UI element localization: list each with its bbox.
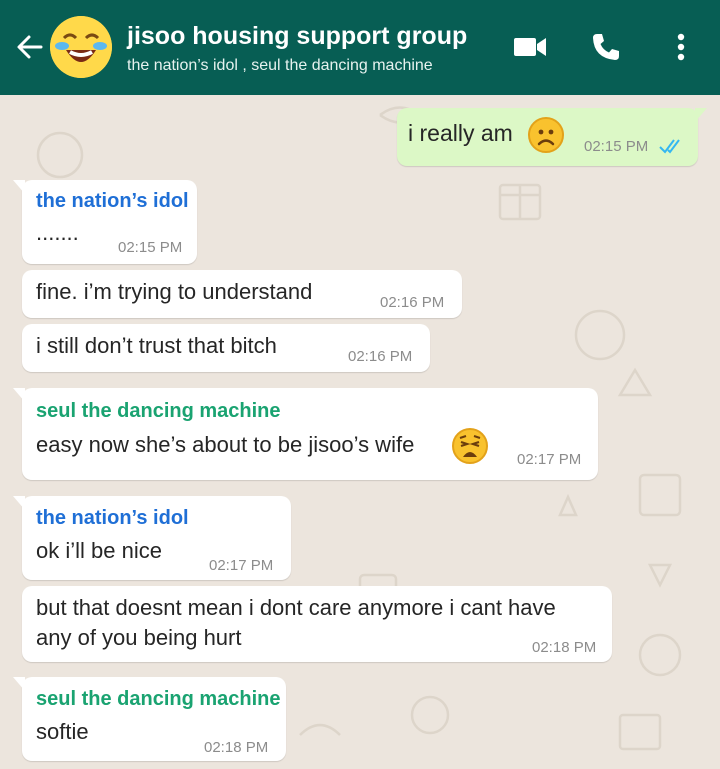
bubble-tail — [695, 108, 707, 122]
sender-name[interactable]: the nation’s idol — [36, 190, 189, 213]
bubble-tail — [13, 388, 25, 402]
message-text: easy now she’s about to be jisoo’s wife — [36, 432, 415, 457]
message-bubble-incoming[interactable]: seul the dancing machine softie 02:18 PM — [13, 677, 286, 761]
sender-name[interactable]: the nation’s idol — [36, 507, 189, 530]
message-text: ok i’ll be nice — [36, 538, 162, 563]
chat-area[interactable]: i really am 02:15 PM the nation’s idol .… — [0, 95, 720, 769]
phone-call-icon[interactable] — [586, 27, 626, 67]
bubble-tail — [13, 180, 25, 194]
message-text: ....... — [36, 220, 79, 245]
sender-name[interactable]: seul the dancing machine — [36, 688, 281, 711]
read-ticks-icon — [659, 137, 685, 160]
message-time: 02:16 PM — [380, 294, 445, 311]
group-title[interactable]: jisoo housing support group — [127, 22, 467, 51]
more-options-icon[interactable] — [661, 27, 701, 67]
message-bubble-incoming[interactable]: seul the dancing machine easy now she’s … — [13, 388, 598, 480]
message-time: 02:17 PM — [209, 557, 274, 574]
message-text: softie — [36, 719, 89, 744]
message-time: 02:18 PM — [532, 639, 597, 656]
message-bubble-incoming[interactable]: the nation’s idol ok i’ll be nice 02:17 … — [13, 496, 291, 580]
message-bubble-incoming[interactable]: i still don’t trust that bitch 02:16 PM — [22, 324, 430, 372]
message-text: i really am — [408, 120, 513, 146]
bubble-tail — [13, 677, 25, 691]
message-time: 02:16 PM — [348, 348, 413, 365]
message-bubble-incoming[interactable]: but that doesnt mean i dont care anymore… — [22, 586, 612, 662]
frowning-face-emoji — [528, 117, 564, 153]
message-text: fine. i’m trying to understand — [36, 279, 313, 304]
sender-name[interactable]: seul the dancing machine — [36, 400, 281, 423]
back-arrow-icon[interactable] — [12, 30, 46, 64]
message-time: 02:15 PM — [118, 239, 183, 256]
bubble-tail — [13, 496, 25, 510]
weary-face-emoji — [452, 428, 488, 464]
message-bubble-incoming[interactable]: the nation’s idol ....... 02:15 PM — [13, 180, 197, 264]
message-time: 02:15 PM — [584, 138, 649, 155]
group-members[interactable]: the nation’s idol , seul the dancing mac… — [127, 57, 433, 75]
message-time: 02:17 PM — [517, 451, 582, 468]
chat-header: jisoo housing support group the nation’s… — [0, 0, 720, 95]
message-text-line-1: but that doesnt mean i dont care anymore… — [36, 595, 556, 620]
video-call-icon[interactable] — [510, 27, 550, 67]
group-avatar[interactable] — [50, 16, 112, 78]
message-bubble-incoming[interactable]: fine. i’m trying to understand 02:16 PM — [22, 270, 462, 318]
message-time: 02:18 PM — [204, 739, 269, 756]
message-text-line-2: any of you being hurt — [36, 625, 242, 650]
message-text: i still don’t trust that bitch — [36, 333, 277, 358]
message-bubble-outgoing[interactable]: i really am 02:15 PM — [397, 108, 707, 166]
